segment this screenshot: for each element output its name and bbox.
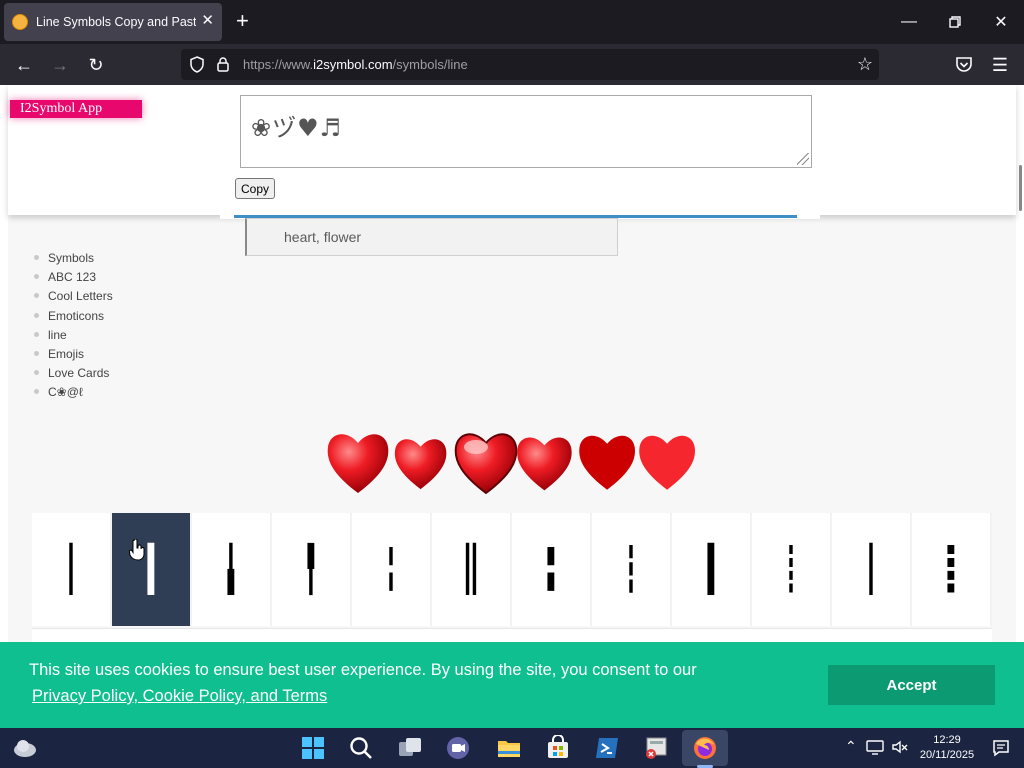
tab-title: Line Symbols Copy and Paste (36, 15, 196, 29)
symbol-glyph: ┃ (697, 543, 725, 595)
copy-button[interactable]: Copy (235, 178, 275, 199)
site-favicon-icon (12, 14, 28, 30)
accept-cookies-button[interactable]: Accept (828, 665, 995, 705)
resize-grip-icon[interactable] (797, 153, 809, 165)
display-tray-icon[interactable] (866, 738, 884, 756)
cookie-message: This site uses cookies to ensure best us… (29, 661, 697, 679)
weather-cloud-icon[interactable] (12, 737, 38, 759)
symbol-cell[interactable]: ┃ (672, 513, 750, 626)
symbol-glyph: ╏ (537, 543, 565, 595)
sidenav-item-emoticons[interactable]: Emoticons (34, 309, 113, 328)
teams-chat-icon[interactable] (445, 735, 471, 761)
sidenav-item-love-cards[interactable]: Love Cards (34, 366, 113, 385)
notifications-icon[interactable] (992, 739, 1010, 757)
browser-navbar: ← → ↻ https://www.i2symbol.com/symbols/l… (0, 44, 1024, 85)
heart-icon (394, 439, 447, 490)
url-text[interactable]: https://www.i2symbol.com/symbols/line (243, 57, 468, 72)
heart-icon (579, 435, 635, 490)
symbol-cell[interactable]: ┆ (592, 513, 670, 626)
symbol-glyph: ╽ (217, 543, 245, 595)
system-clock[interactable]: 12:29 20/11/2025 (912, 733, 982, 763)
symbol-cell[interactable]: ╽ (192, 513, 270, 626)
sidenav-item-abc-123[interactable]: ABC 123 (34, 270, 113, 289)
clock-date: 20/11/2025 (919, 749, 975, 761)
symbol-glyph: │ (857, 543, 885, 595)
heart-icon (454, 433, 518, 495)
compose-text: ❀ヅ♥♬ (251, 114, 343, 142)
tray-overflow-chevron-icon[interactable]: ⌃ (845, 738, 857, 755)
powershell-icon[interactable] (594, 735, 620, 761)
lock-icon[interactable] (215, 56, 231, 73)
app-menu-icon[interactable]: ☰ (987, 52, 1013, 78)
url-bar[interactable]: https://www.i2symbol.com/symbols/line ☆ (181, 49, 879, 80)
hearts-banner[interactable] (322, 427, 702, 499)
file-explorer-icon[interactable] (496, 735, 522, 761)
symbol-cell[interactable]: ┃ (112, 513, 190, 626)
sidenav-item-line[interactable]: line (34, 328, 113, 347)
symbol-cell[interactable]: │ (32, 513, 110, 626)
close-tab-icon[interactable]: ✕ (201, 13, 214, 29)
bookmark-star-icon[interactable]: ☆ (857, 54, 873, 75)
symbol-glyph: │ (57, 543, 85, 595)
microsoft-store-icon[interactable] (545, 735, 571, 761)
volume-muted-icon[interactable] (891, 738, 909, 756)
taskbar: ⌃ 12:29 20/11/2025 (0, 728, 1024, 768)
symbol-cell[interactable]: ┋ (912, 513, 990, 626)
restore-icon[interactable] (932, 0, 978, 44)
symbol-grid: │ ┃ ╽ ╿ ╎ ║ ╏ ┆ ┃ ┊ │ ┋ (32, 513, 992, 626)
cookie-policy-link[interactable]: Privacy Policy, Cookie Policy, and Terms (32, 687, 327, 706)
network-error-app-icon[interactable] (643, 735, 669, 761)
tracking-shield-icon[interactable] (189, 56, 205, 73)
symbol-glyph: ┋ (937, 543, 965, 595)
symbol-cell[interactable]: ┊ (752, 513, 830, 626)
clock-time: 12:29 (933, 734, 961, 746)
symbol-glyph: ┊ (777, 543, 805, 595)
symbol-cell[interactable]: ╎ (352, 513, 430, 626)
search-icon[interactable] (348, 735, 374, 761)
app-badge-link[interactable]: I2Symbol App (10, 100, 142, 118)
new-tab-icon[interactable]: + (236, 10, 249, 32)
side-navigation: Symbols ABC 123 Cool Letters Emoticons l… (34, 251, 113, 405)
page-scrollbar[interactable] (1019, 165, 1022, 211)
sidenav-item-cool-letters[interactable]: Cool Letters (34, 289, 113, 308)
reload-icon[interactable]: ↻ (83, 52, 109, 78)
search-input[interactable]: heart, flower (245, 218, 618, 256)
symbol-cell[interactable]: ║ (432, 513, 510, 626)
browser-tab[interactable]: Line Symbols Copy and Paste ✕ (4, 3, 222, 41)
firefox-icon[interactable] (692, 735, 718, 761)
hand-cursor-icon (129, 539, 145, 561)
symbol-glyph: ╎ (377, 543, 405, 595)
web-page: I2Symbol App ❀ヅ♥♬ Copy heart, flower Sym… (0, 85, 1024, 728)
symbol-cell[interactable]: │ (832, 513, 910, 626)
sidenav-item-emojis[interactable]: Emojis (34, 347, 113, 366)
close-window-icon[interactable]: ✕ (978, 0, 1024, 44)
symbol-cell[interactable]: ╏ (512, 513, 590, 626)
search-value: heart, flower (284, 229, 362, 245)
sidenav-item-symbols[interactable]: Symbols (34, 251, 113, 270)
symbol-glyph: ┆ (617, 543, 645, 595)
heart-icon (327, 434, 389, 493)
pocket-icon[interactable] (955, 56, 973, 73)
task-view-icon[interactable] (397, 735, 423, 761)
symbol-glyph: ╿ (297, 543, 325, 595)
symbol-glyph: ║ (457, 543, 485, 595)
compose-textarea[interactable]: ❀ヅ♥♬ (240, 95, 812, 168)
windows-start-icon[interactable] (300, 735, 326, 761)
browser-titlebar: Line Symbols Copy and Paste ✕ + — ✕ (0, 0, 1024, 44)
back-icon[interactable]: ← (11, 52, 37, 78)
forward-icon[interactable]: → (47, 52, 73, 78)
heart-icon (517, 437, 572, 491)
symbol-cell[interactable]: ╿ (272, 513, 350, 626)
heart-icon (639, 435, 695, 490)
minimize-icon[interactable]: — (886, 0, 932, 44)
sidenav-item-cool[interactable]: C❀@ℓ (34, 385, 113, 404)
cookie-consent-bar: This site uses cookies to ensure best us… (0, 642, 1024, 728)
